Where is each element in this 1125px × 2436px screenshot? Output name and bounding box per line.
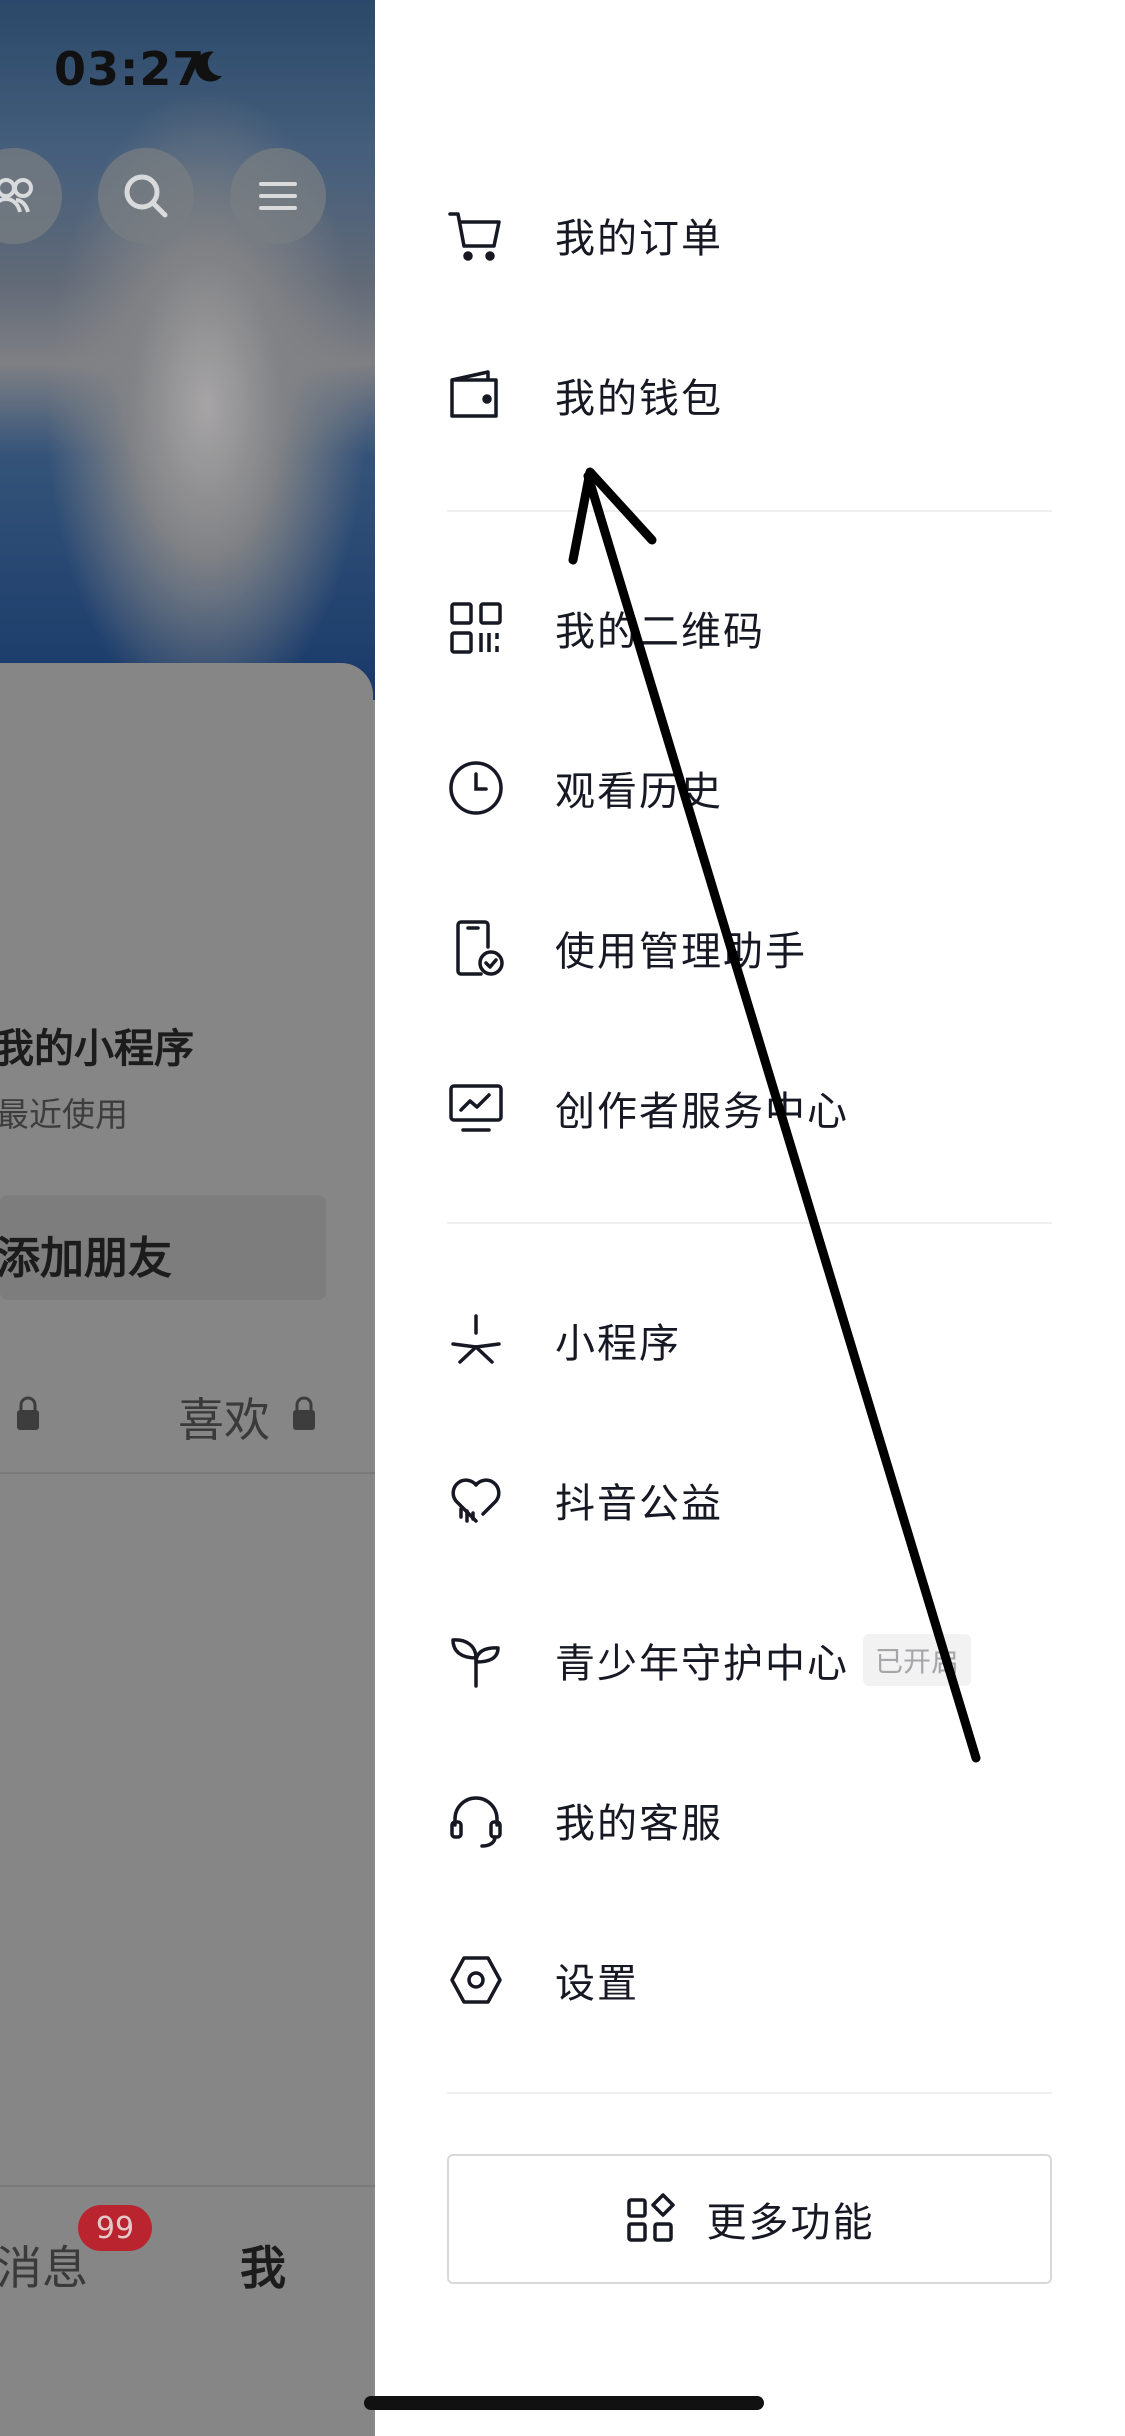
home-indicator[interactable] [364,2396,764,2410]
arrow-annotation [568,467,981,1763]
